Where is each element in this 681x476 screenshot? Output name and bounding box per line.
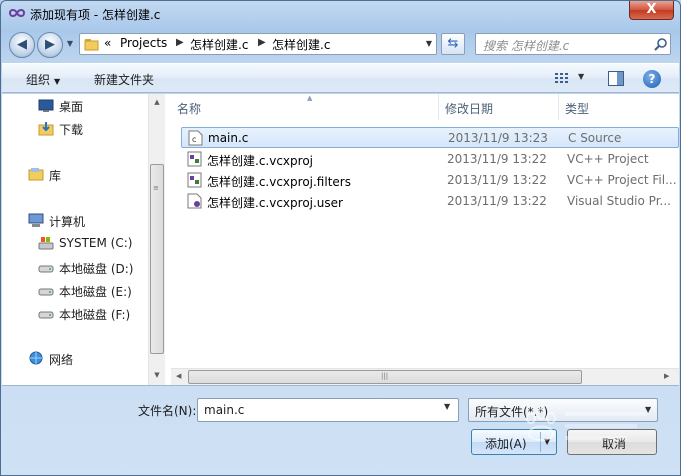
close-button[interactable]: X <box>629 1 674 20</box>
help-icon[interactable]: ? <box>643 70 661 88</box>
refresh-button[interactable]: ⇆ <box>441 33 465 55</box>
navigation-pane: 桌面 下载 库 计算机 SYSTEM (C:) 本地磁盘 (D:) 本地磁盘 (… <box>2 94 165 385</box>
forward-button[interactable]: ▶ <box>37 32 63 58</box>
vcxproj-icon <box>187 151 202 167</box>
file-row[interactable]: 怎样创建.c.vcxproj 2013/11/9 13:22 VC++ Proj… <box>181 149 679 170</box>
filename-value: main.c <box>204 403 245 417</box>
desktop-icon <box>38 99 54 112</box>
visual-studio-infinity-icon <box>8 9 26 17</box>
breadcrumb-separator-icon[interactable]: ▶ <box>258 37 266 48</box>
preview-pane-icon[interactable] <box>608 71 624 86</box>
horizontal-scrollbar[interactable]: ◀ ||| ▶ <box>171 368 679 385</box>
column-header-date[interactable]: 修改日期 <box>439 94 559 120</box>
new-folder-button[interactable]: 新建文件夹 <box>94 71 154 88</box>
search-placeholder: 搜索 怎样创建.c <box>483 39 570 53</box>
file-name: main.c <box>208 131 249 145</box>
breadcrumb-separator-icon[interactable]: ▶ <box>176 37 184 48</box>
chevron-down-icon[interactable]: ▼ <box>444 402 450 411</box>
file-name: 怎样创建.c.vcxproj.filters <box>207 175 351 189</box>
scroll-down-icon[interactable]: ▼ <box>151 371 163 383</box>
file-name: 怎样创建.c.vcxproj <box>207 154 313 168</box>
search-icon[interactable] <box>654 37 668 51</box>
file-date: 2013/11/9 13:23 <box>448 131 548 145</box>
address-dropdown-icon[interactable]: ▼ <box>421 34 437 54</box>
view-options-chevron-icon[interactable]: ▼ <box>578 72 584 81</box>
file-list: 名称 ▲ 修改日期 类型 c main.c 2013/11/9 13:23 C … <box>171 94 679 385</box>
vs-user-icon <box>187 193 202 209</box>
filters-icon <box>187 172 202 188</box>
scroll-grip-icon: ≡ <box>153 184 159 192</box>
network-icon <box>29 351 43 365</box>
nav-item-label: SYSTEM (C:) <box>59 236 133 250</box>
nav-item-label: 本地磁盘 (D:) <box>59 262 134 276</box>
breadcrumb-project[interactable]: 怎样创建.c <box>272 36 330 53</box>
library-icon <box>28 168 44 181</box>
organize-label: 组织 <box>26 73 51 87</box>
column-header-type[interactable]: 类型 <box>559 94 679 120</box>
breadcrumb-solution[interactable]: 怎样创建.c <box>190 36 248 53</box>
drive-icon <box>38 288 54 296</box>
nav-item-label: 网络 <box>49 353 74 367</box>
breadcrumb-overflow[interactable]: « <box>104 36 111 50</box>
baidu-jingyan-watermark-logo <box>526 408 647 441</box>
computer-icon <box>28 213 44 227</box>
file-type: VC++ Project <box>567 152 649 166</box>
chevron-down-icon: ▼ <box>54 77 61 86</box>
file-type: C Source <box>568 131 622 145</box>
add-existing-item-dialog: 添加现有项 - 怎样创建.c X ◀ ▶ ▼ « Projects ▶ 怎样创建… <box>0 0 681 476</box>
file-name: 怎样创建.c.vcxproj.user <box>207 196 343 210</box>
file-date: 2013/11/9 13:22 <box>447 173 547 187</box>
svg-text:c: c <box>192 135 196 144</box>
scroll-grip-icon: ||| <box>381 372 389 380</box>
recent-locations-dropdown[interactable]: ▼ <box>65 38 75 50</box>
window-title: 添加现有项 - 怎样创建.c <box>30 8 161 22</box>
column-header-label: 类型 <box>565 102 590 116</box>
back-button[interactable]: ◀ <box>9 32 35 58</box>
command-bar: 组织 ▼ 新建文件夹 ▼ ? <box>2 63 679 93</box>
system-drive-icon <box>38 237 54 250</box>
scroll-thumb[interactable] <box>150 164 164 354</box>
scroll-left-icon[interactable]: ◀ <box>176 372 181 380</box>
title-bar[interactable]: 添加现有项 - 怎样创建.c X <box>1 1 680 27</box>
downloads-icon <box>38 122 54 136</box>
nav-item-label: 计算机 <box>49 215 86 229</box>
file-date: 2013/11/9 13:22 <box>447 194 547 208</box>
sort-ascending-icon: ▲ <box>307 94 313 102</box>
change-view-icon[interactable] <box>555 72 571 85</box>
file-row[interactable]: 怎样创建.c.vcxproj.filters 2013/11/9 13:22 V… <box>181 170 679 191</box>
search-input[interactable]: 搜索 怎样创建.c <box>475 33 671 55</box>
nav-item-label: 下载 <box>59 123 84 137</box>
file-type: Visual Studio Pr... <box>567 194 671 208</box>
file-date: 2013/11/9 13:22 <box>447 152 547 166</box>
nav-item-label: 本地磁盘 (E:) <box>59 285 132 299</box>
navigation-scrollbar[interactable]: ▲ ≡ ▼ <box>148 94 165 385</box>
file-row[interactable]: 怎样创建.c.vcxproj.user 2013/11/9 13:22 Visu… <box>181 191 679 212</box>
folder-icon <box>84 39 99 51</box>
column-header-name[interactable]: 名称 ▲ <box>171 94 439 120</box>
drive-icon <box>38 265 54 273</box>
column-header-label: 修改日期 <box>445 102 494 116</box>
main-area: 桌面 下载 库 计算机 SYSTEM (C:) 本地磁盘 (D:) 本地磁盘 (… <box>2 94 679 386</box>
nav-item-label: 桌面 <box>59 100 84 114</box>
breadcrumb-projects[interactable]: Projects <box>120 36 167 50</box>
filename-label: 文件名(N): <box>138 404 197 418</box>
drive-icon <box>38 311 54 319</box>
column-header-label: 名称 <box>177 102 202 116</box>
file-row[interactable]: c main.c 2013/11/9 13:23 C Source <box>181 127 679 148</box>
scroll-right-icon[interactable]: ▶ <box>664 372 669 380</box>
filename-input[interactable]: main.c ▼ <box>197 398 459 422</box>
scroll-up-icon[interactable]: ▲ <box>151 98 163 110</box>
address-bar[interactable]: « Projects ▶ 怎样创建.c ▶ 怎样创建.c ▼ <box>79 33 437 55</box>
c-source-icon: c <box>188 130 203 146</box>
file-type: VC++ Project Fil... <box>567 173 677 187</box>
nav-item-label: 库 <box>49 169 62 183</box>
organize-button[interactable]: 组织 ▼ <box>26 71 60 88</box>
nav-item-label: 本地磁盘 (F:) <box>59 308 131 322</box>
